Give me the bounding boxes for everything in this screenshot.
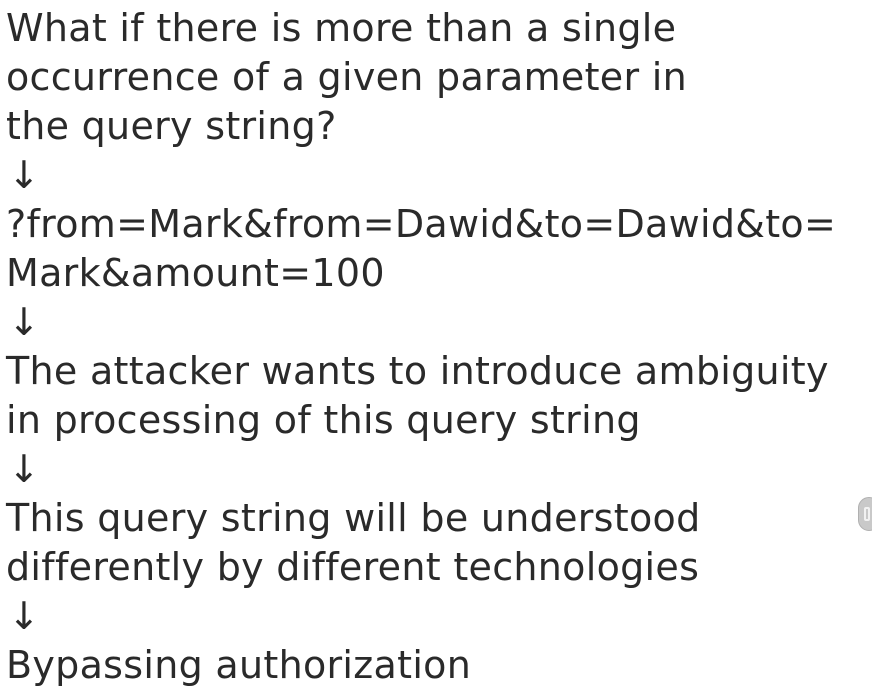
down-arrow-icon: ↓: [8, 594, 40, 638]
query-string-line-2: Mark&amount=100: [6, 251, 385, 295]
handle-icon: [864, 507, 870, 521]
down-arrow-icon: ↓: [8, 447, 40, 491]
down-arrow-icon: ↓: [8, 300, 40, 344]
understood-line-1: This query string will be understood: [6, 496, 701, 540]
query-string-line-1: ?from=Mark&from=Dawid&to=Dawid&to=: [6, 202, 837, 246]
question-line-1: What if there is more than a single: [6, 6, 677, 50]
side-handle-button[interactable]: [858, 497, 872, 531]
result-line: Bypassing authorization: [6, 643, 472, 687]
question-line-2: occurrence of a given parameter in: [6, 55, 687, 99]
slide-content: What if there is more than a single occu…: [6, 4, 872, 688]
question-line-3: the query string?: [6, 104, 337, 148]
attacker-line-2: in processing of this query string: [6, 398, 641, 442]
down-arrow-icon: ↓: [8, 153, 40, 197]
attacker-line-1: The attacker wants to introduce ambiguit…: [6, 349, 829, 393]
understood-line-2: differently by different technologies: [6, 545, 700, 589]
